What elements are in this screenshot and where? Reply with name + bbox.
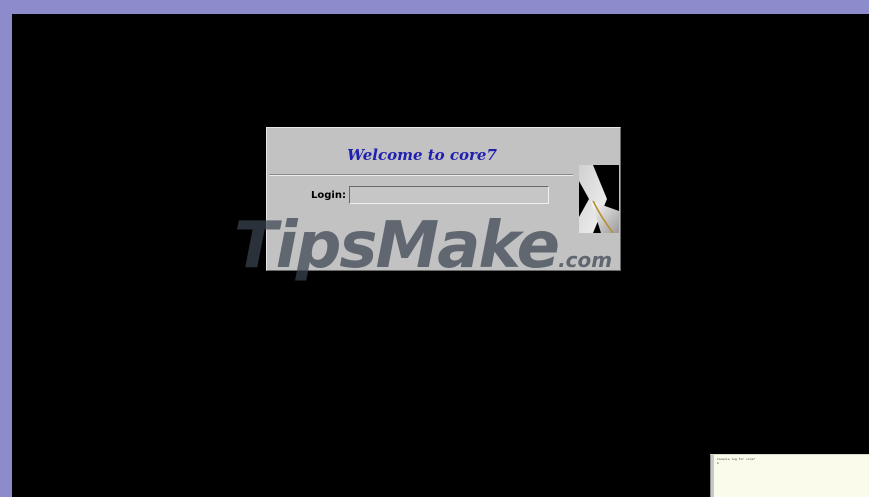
console-scrollbar[interactable] bbox=[711, 455, 714, 497]
login-label: Login: bbox=[311, 190, 346, 201]
login-input[interactable] bbox=[349, 186, 549, 204]
x-display-screen: Welcome to core7 Login: TipsMake.com Con… bbox=[12, 14, 869, 497]
window-frame: Welcome to core7 Login: TipsMake.com Con… bbox=[0, 0, 869, 497]
kde-k-logo-icon bbox=[579, 165, 619, 234]
separator-line bbox=[269, 174, 573, 176]
welcome-title: Welcome to core7 bbox=[347, 146, 497, 164]
console-log-window[interactable]: Console log for core7 $ bbox=[710, 454, 869, 497]
console-line-2: $ bbox=[717, 461, 719, 465]
login-dialog: Welcome to core7 Login: bbox=[266, 127, 621, 271]
console-line-1: Console log for core7 bbox=[717, 457, 755, 461]
